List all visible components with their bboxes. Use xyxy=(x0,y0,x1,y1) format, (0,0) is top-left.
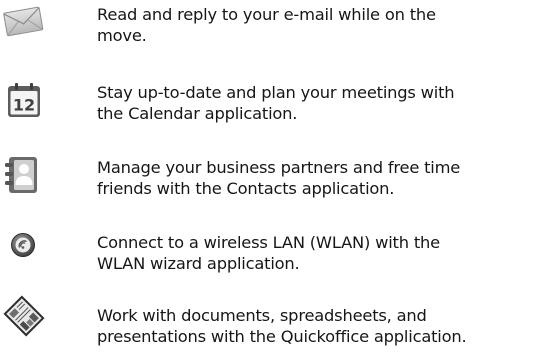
contacts-icon xyxy=(4,156,40,194)
feature-description-line: Manage your business partners and free t… xyxy=(97,158,461,177)
feature-item-contacts: Manage your business partners and free t… xyxy=(0,145,535,205)
feature-item-quickoffice: Work with documents, spreadsheets, and p… xyxy=(0,293,535,353)
calendar-icon: 12 xyxy=(7,82,41,118)
feature-description-line: Connect to a wireless LAN (WLAN) with th… xyxy=(97,233,440,252)
feature-description-line: Read and reply to your e-mail while on t… xyxy=(97,5,436,24)
feature-description-line: move. xyxy=(97,26,147,45)
feature-item-wlan: Connect to a wireless LAN (WLAN) with th… xyxy=(0,220,535,280)
wlan-icon xyxy=(10,232,36,258)
feature-description-line: the Calendar application. xyxy=(97,104,298,123)
calendar-day-number: 12 xyxy=(13,96,35,115)
feature-description-line: friends with the Contacts application. xyxy=(97,179,395,198)
feature-item-email: Read and reply to your e-mail while on t… xyxy=(0,0,535,60)
feature-description-line: WLAN wizard application. xyxy=(97,254,300,273)
feature-description-line: Stay up-to-date and plan your meetings w… xyxy=(97,83,455,102)
envelope-icon xyxy=(2,2,44,38)
feature-item-calendar: 12 Stay up-to-date and plan your meeting… xyxy=(0,70,535,130)
feature-description-line: presentations with the Quickoffice appli… xyxy=(97,327,467,346)
feature-description-line: Work with documents, spreadsheets, and xyxy=(97,306,427,325)
quickoffice-icon xyxy=(2,293,46,339)
